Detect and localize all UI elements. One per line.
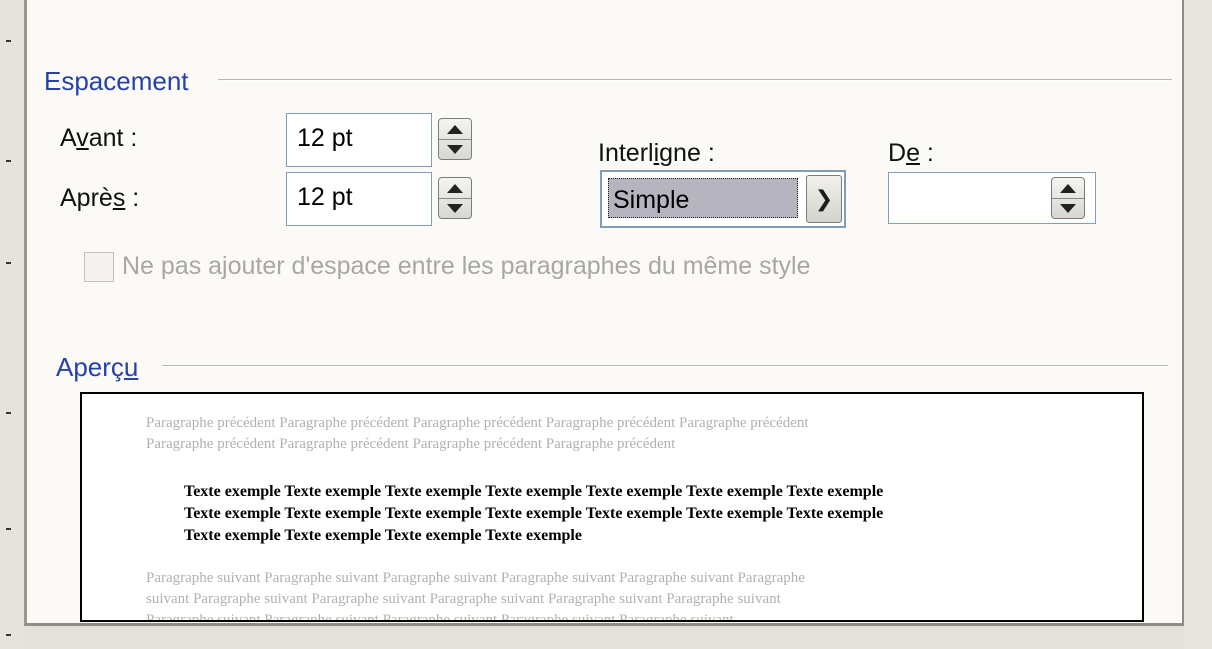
- before-spin-down-button[interactable]: [439, 139, 471, 159]
- triangle-up-icon: [1060, 183, 1076, 193]
- before-spin-up-button[interactable]: [439, 119, 471, 140]
- triangle-down-icon: [447, 203, 463, 213]
- spacing-section-divider: [218, 79, 1172, 81]
- edge-mark: [6, 262, 11, 264]
- line-spacing-label: Interligne :: [598, 139, 715, 167]
- spacing-section-title: Espacement: [44, 66, 189, 96]
- triangle-down-icon: [447, 144, 463, 154]
- after-spin-buttons: [438, 177, 472, 219]
- edge-mark: [6, 528, 11, 530]
- next-paragraph-line: Paragraphe suivant Paragraphe suivant Pa…: [146, 612, 734, 622]
- preview-section-divider: [162, 365, 1168, 367]
- paragraph-preview-box: Paragraphe précédent Paragraphe précéden…: [80, 392, 1144, 622]
- next-paragraph-line: suivant Paragraphe suivant Paragraphe su…: [146, 591, 781, 607]
- before-spin-buttons: [438, 118, 472, 160]
- before-label: Avant :: [60, 124, 138, 152]
- next-paragraph-line: Paragraphe suivant Paragraphe suivant Pa…: [146, 570, 805, 586]
- bottom-window-edge: [24, 626, 1184, 649]
- at-spin-buttons: [1051, 177, 1085, 219]
- preview-section-title: Aperçu: [56, 352, 139, 382]
- edge-mark: [6, 412, 11, 414]
- sample-text-line: Texte exemple Texte exemple Texte exempl…: [184, 505, 884, 522]
- no-space-same-style-label: Ne pas ajouter d'espace entre les paragr…: [122, 252, 811, 280]
- triangle-down-icon: [1060, 203, 1076, 213]
- chevron-down-icon[interactable]: ❯: [806, 175, 842, 223]
- after-label: Après :: [60, 184, 140, 212]
- sample-text-line: Texte exemple Texte exemple Texte exempl…: [184, 483, 884, 500]
- edge-mark: [6, 160, 11, 162]
- line-spacing-dropdown[interactable]: Simple ❯: [600, 170, 846, 228]
- triangle-up-icon: [447, 124, 463, 134]
- left-window-edge: [0, 0, 25, 649]
- after-spin-down-button[interactable]: [439, 198, 471, 218]
- right-window-edge: [1184, 0, 1212, 649]
- at-spin-up-button[interactable]: [1052, 178, 1084, 199]
- before-spacing-field[interactable]: 12 pt: [286, 113, 432, 167]
- at-spin-down-button[interactable]: [1052, 198, 1084, 218]
- line-spacing-selected-value: Simple: [608, 178, 798, 218]
- edge-mark: [6, 634, 11, 636]
- triangle-up-icon: [447, 183, 463, 193]
- no-space-same-style-checkbox[interactable]: [84, 252, 114, 282]
- previous-paragraph-line: Paragraphe précédent Paragraphe précéden…: [146, 415, 809, 431]
- at-label: De :: [888, 139, 934, 167]
- after-spacing-field[interactable]: 12 pt: [286, 172, 432, 226]
- sample-text-line: Texte exemple Texte exemple Texte exempl…: [184, 527, 582, 544]
- after-spin-up-button[interactable]: [439, 178, 471, 199]
- edge-mark: [6, 40, 11, 42]
- previous-paragraph-line: Paragraphe précédent Paragraphe précéden…: [146, 436, 676, 452]
